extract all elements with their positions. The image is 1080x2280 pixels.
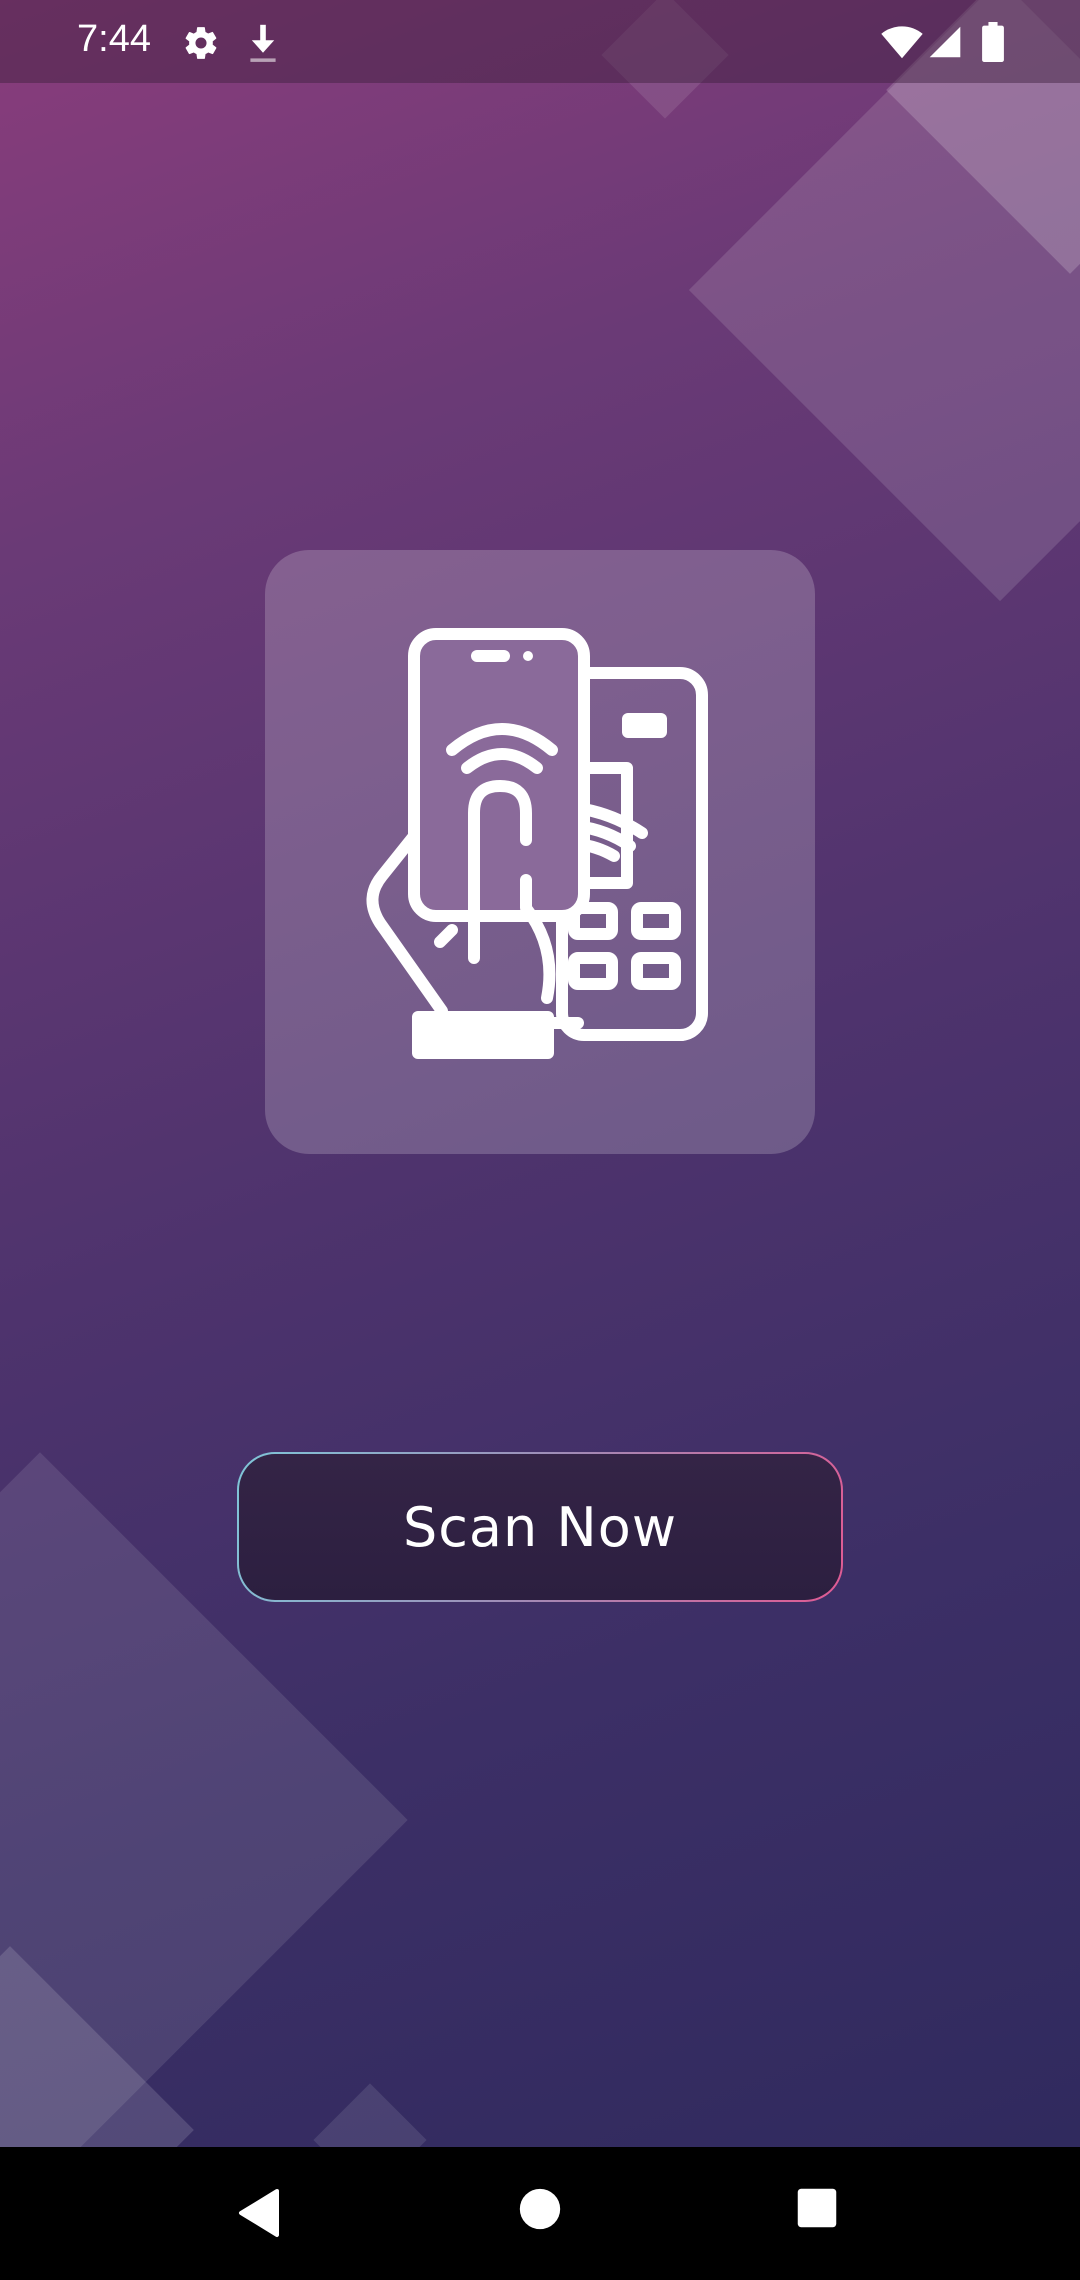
battery-icon [982, 22, 1004, 62]
app-screen: 7:44 Scan Now [0, 0, 1080, 2280]
decorative-shape [313, 2083, 427, 2147]
nfc-phone-payment-icon [366, 628, 708, 1059]
scan-now-label: Scan Now [239, 1454, 841, 1600]
wifi-icon [881, 26, 923, 59]
status-time: 7:44 [77, 18, 151, 60]
settings-icon [185, 27, 217, 59]
home-icon[interactable] [518, 2187, 562, 2231]
recents-icon[interactable] [796, 2187, 838, 2229]
download-icon [250, 24, 276, 62]
scan-now-button[interactable]: Scan Now [237, 1452, 843, 1602]
signal-icon [929, 26, 961, 58]
back-icon[interactable] [235, 2187, 283, 2239]
status-bar: 7:44 [0, 0, 1080, 83]
navigation-bar [0, 2147, 1080, 2280]
